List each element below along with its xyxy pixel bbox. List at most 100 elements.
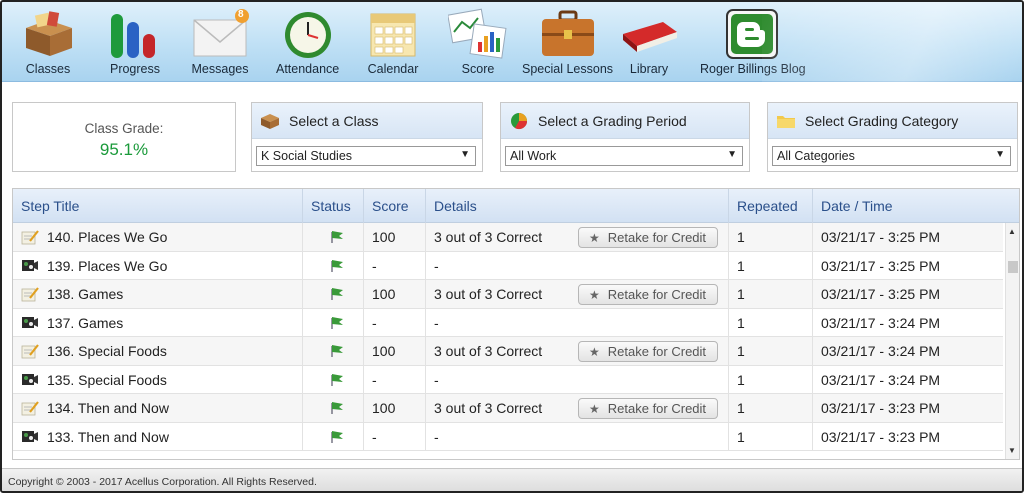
- scroll-up-arrow-icon[interactable]: ▲: [1008, 227, 1016, 236]
- class-grade-label: Class Grade:: [84, 121, 164, 136]
- repeated-cell: 1: [729, 337, 813, 366]
- status-cell: [303, 365, 364, 394]
- app-window: Classes Progress 8 Messages Attendance C…: [0, 0, 1024, 493]
- step-title-cell[interactable]: 134. Then and Now: [13, 394, 303, 423]
- table-row[interactable]: 138. Games 100 3 out of 3 Correct ★ Retake f…: [13, 280, 1003, 309]
- quiz-pencil-icon: [21, 226, 39, 245]
- step-title-cell[interactable]: 133. Then and Now: [13, 422, 303, 451]
- date-time-cell: 03/21/17 - 3:25 PM: [821, 229, 941, 245]
- table-row[interactable]: 139. Places We Go - -1 03/21/17 - 3:25 PM: [13, 251, 1003, 280]
- dropdown-arrow-icon: ▼: [727, 149, 737, 160]
- col-status[interactable]: Status: [303, 189, 364, 223]
- repeated-cell: 1: [729, 422, 813, 451]
- details-cell: -: [426, 422, 729, 451]
- retake-for-credit-button[interactable]: ★ Retake for Credit: [578, 227, 718, 248]
- retake-for-credit-button[interactable]: ★ Retake for Credit: [578, 398, 718, 419]
- completed-flag-icon: [329, 368, 345, 386]
- toolbar-attendance[interactable]: Attendance: [276, 8, 339, 80]
- step-title-cell[interactable]: 139. Places We Go: [13, 251, 303, 280]
- category-dropdown[interactable]: All Categories ▼: [772, 146, 1011, 166]
- pie-chart-icon: [509, 112, 529, 130]
- quiz-pencil-icon: [21, 340, 39, 359]
- score-cell: 100: [364, 337, 426, 366]
- toolbar-blog[interactable]: Roger Billings Blog: [700, 8, 806, 80]
- star-icon: ★: [589, 231, 600, 245]
- date-time-cell: 03/21/17 - 3:24 PM: [821, 314, 941, 331]
- score-cell: -: [364, 422, 426, 451]
- col-step-title[interactable]: Step Title: [13, 189, 303, 223]
- star-icon: ★: [589, 288, 600, 302]
- envelope-icon: 8: [190, 8, 250, 60]
- table-row[interactable]: 136. Special Foods 100 3 out of 3 Correct ★…: [13, 337, 1003, 366]
- date-time-cell: 03/21/17 - 3:25 PM: [821, 286, 941, 302]
- date-time-cell: 03/21/17 - 3:23 PM: [821, 400, 941, 416]
- score-chart-icon: [447, 8, 508, 60]
- score-cell: 100: [364, 280, 426, 309]
- classes-box-icon: [18, 8, 78, 60]
- table-scrollbar[interactable]: ▲ ▼: [1005, 223, 1019, 459]
- steps-table: Step Title Status Score Details Repeated…: [12, 188, 1020, 460]
- period-dropdown[interactable]: All Work ▼: [505, 146, 743, 166]
- completed-flag-icon: [329, 225, 345, 243]
- video-camera-icon: [21, 312, 39, 328]
- book-icon: [619, 8, 679, 60]
- copyright-text: Copyright © 2003 - 2017 Acellus Corporat…: [8, 476, 317, 488]
- table-row[interactable]: 137. Games - -1 03/21/17 - 3:24 PM: [13, 308, 1003, 337]
- step-title-cell[interactable]: 140. Places We Go: [13, 223, 303, 252]
- select-class-panel: Select a Class K Social Studies ▼: [251, 102, 483, 172]
- quiz-pencil-icon: [21, 397, 39, 416]
- toolbar-score[interactable]: Score: [447, 8, 508, 80]
- toolbar-progress[interactable]: Progress: [105, 8, 165, 80]
- toolbar-special-lessons[interactable]: Special Lessons: [522, 8, 613, 80]
- completed-flag-icon: [329, 396, 345, 414]
- scroll-down-arrow-icon[interactable]: ▼: [1008, 446, 1016, 455]
- col-repeated[interactable]: Repeated: [729, 189, 813, 223]
- table-row[interactable]: 135. Special Foods - -1 03/21/17 - 3:24 PM: [13, 365, 1003, 394]
- table-header: Step Title Status Score Details Repeated…: [13, 189, 1019, 223]
- details-cell: 3 out of 3 Correct ★ Retake for Credit: [426, 337, 729, 366]
- step-title-cell[interactable]: 138. Games: [13, 280, 303, 309]
- toolbar-classes[interactable]: Classes: [18, 8, 78, 80]
- status-cell: [303, 337, 364, 366]
- col-date-time[interactable]: Date / Time: [813, 189, 1019, 223]
- select-period-title: Select a Grading Period: [538, 112, 687, 129]
- step-title-cell[interactable]: 135. Special Foods: [13, 365, 303, 394]
- details-cell: -: [426, 365, 729, 394]
- scroll-thumb[interactable]: [1008, 261, 1018, 273]
- step-title-cell[interactable]: 137. Games: [13, 308, 303, 337]
- completed-flag-icon: [329, 282, 345, 300]
- main-toolbar: Classes Progress 8 Messages Attendance C…: [2, 2, 1022, 82]
- retake-for-credit-button[interactable]: ★ Retake for Credit: [578, 284, 718, 305]
- date-time-cell: 03/21/17 - 3:23 PM: [821, 428, 941, 445]
- table-row[interactable]: 133. Then and Now - -1 03/21/17 - 3:23 PM: [13, 422, 1003, 451]
- status-cell: [303, 280, 364, 309]
- select-category-title: Select Grading Category: [805, 112, 959, 129]
- col-score[interactable]: Score: [364, 189, 426, 223]
- col-details[interactable]: Details: [426, 189, 729, 223]
- toolbar-calendar[interactable]: Calendar: [363, 8, 423, 80]
- folder-icon: [776, 112, 796, 130]
- repeated-cell: 1: [729, 223, 813, 252]
- retake-for-credit-button[interactable]: ★ Retake for Credit: [578, 341, 718, 362]
- star-icon: ★: [589, 402, 600, 416]
- video-camera-icon: [21, 426, 39, 442]
- date-time-cell: 03/21/17 - 3:24 PM: [821, 371, 941, 388]
- step-title-cell[interactable]: 136. Special Foods: [13, 337, 303, 366]
- class-grade-panel: Class Grade: 95.1%: [12, 102, 236, 172]
- calendar-icon: [363, 8, 423, 60]
- completed-flag-icon: [329, 339, 345, 357]
- table-row[interactable]: 134. Then and Now 100 3 out of 3 Correct ★ R…: [13, 394, 1003, 423]
- select-class-title: Select a Class: [289, 112, 379, 129]
- toolbar-messages[interactable]: 8 Messages: [190, 8, 250, 80]
- dropdown-arrow-icon: ▼: [995, 149, 1005, 160]
- details-cell: 3 out of 3 Correct ★ Retake for Credit: [426, 223, 729, 252]
- star-icon: ★: [589, 345, 600, 359]
- class-dropdown[interactable]: K Social Studies ▼: [256, 146, 476, 166]
- blogger-icon: [723, 8, 783, 60]
- select-period-panel: Select a Grading Period All Work ▼: [500, 102, 750, 172]
- table-row[interactable]: 140. Places We Go 100 3 out of 3 Correct ★ R…: [13, 223, 1003, 252]
- progress-bars-icon: [105, 8, 165, 60]
- status-cell: [303, 394, 364, 423]
- status-cell: [303, 422, 364, 451]
- toolbar-library[interactable]: Library: [619, 8, 679, 80]
